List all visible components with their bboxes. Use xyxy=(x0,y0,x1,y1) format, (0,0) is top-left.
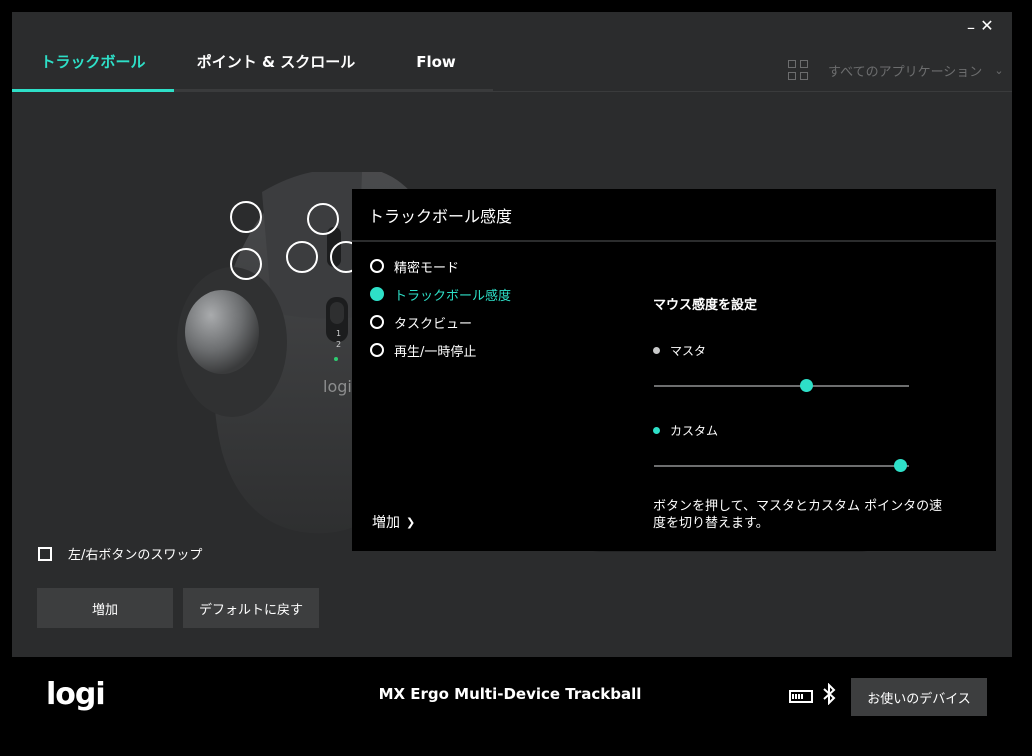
radio-selected-icon xyxy=(370,287,384,301)
option-trackball-sensitivity[interactable]: トラックボール感度 xyxy=(370,284,511,304)
tab-flow[interactable]: Flow xyxy=(392,48,480,92)
radio-icon xyxy=(370,259,384,273)
slider-thumb[interactable] xyxy=(800,379,813,392)
custom-label: カスタム xyxy=(670,424,719,438)
option-label: 精密モード xyxy=(394,260,460,276)
swap-buttons-checkbox[interactable]: 左/右ボタンのスワップ xyxy=(38,544,202,563)
add-button[interactable]: 増加 xyxy=(37,588,173,628)
option-label: タスクビュー xyxy=(394,316,473,332)
slider-track xyxy=(654,385,909,387)
hotspot-left-click[interactable] xyxy=(286,241,318,273)
battery-icon xyxy=(789,690,813,703)
custom-speed-option[interactable]: カスタム xyxy=(653,422,718,439)
more-label: 増加 xyxy=(372,515,400,531)
option-task-view[interactable]: タスクビュー xyxy=(370,312,472,332)
tab-point-scroll[interactable]: ポイント & スクロール xyxy=(192,48,360,92)
option-label: トラックボール感度 xyxy=(394,288,512,304)
application-selector[interactable]: すべてのアプリケーション ⌄ xyxy=(788,58,1004,82)
settings-panel: トラックボール感度 精密モード トラックボール感度 タスクビュー 再生/一時停止… xyxy=(352,189,996,551)
device-stage: 1 2 logi トラックボール感度 精密モード トラックボール感度 タスクビュ… xyxy=(12,92,1012,657)
master-speed-slider[interactable] xyxy=(654,379,909,393)
chevron-down-icon: ❯ xyxy=(406,515,416,529)
my-devices-button[interactable]: お使いのデバイス xyxy=(851,678,987,716)
application-selector-label: すべてのアプリケーション xyxy=(828,64,983,80)
panel-divider xyxy=(352,240,996,242)
restore-defaults-button[interactable]: デフォルトに戻す xyxy=(183,588,319,628)
sensitivity-heading: マウス感度を設定 xyxy=(653,298,758,313)
speed-toggle-hint: ボタンを押して、マスタとカスタム ポインタの速度を切り替えます。 xyxy=(653,499,943,531)
option-play-pause[interactable]: 再生/一時停止 xyxy=(370,340,476,360)
close-button[interactable]: ✕ xyxy=(976,15,998,37)
battery-tip xyxy=(811,694,813,699)
panel-title: トラックボール感度 xyxy=(368,207,513,226)
tab-trackball[interactable]: トラックボール xyxy=(12,48,174,92)
slider-track xyxy=(654,465,909,467)
option-label: 再生/一時停止 xyxy=(394,344,477,360)
custom-speed-slider[interactable] xyxy=(654,459,909,473)
button-label-2: 2 xyxy=(336,340,341,349)
app-window: – ✕ トラックボール ポイント & スクロール Flow すべてのアプリケーシ… xyxy=(12,12,1012,657)
option-precision-mode[interactable]: 精密モード xyxy=(370,256,459,276)
grid-icon xyxy=(788,60,808,80)
swap-label: 左/右ボタンのスワップ xyxy=(68,548,203,563)
hotspot-forward-button[interactable] xyxy=(230,248,262,280)
bluetooth-icon xyxy=(823,683,836,705)
master-speed-option[interactable]: マスタ xyxy=(653,342,706,359)
radio-icon xyxy=(370,343,384,357)
more-options-toggle[interactable]: 増加 ❯ xyxy=(372,512,415,532)
slider-thumb[interactable] xyxy=(894,459,908,472)
checkbox-icon xyxy=(38,546,52,561)
hotspot-back-button[interactable] xyxy=(230,201,262,233)
radio-icon xyxy=(370,315,384,329)
chevron-down-icon: ⌄ xyxy=(994,63,1004,77)
custom-indicator-icon xyxy=(653,427,660,434)
master-indicator-icon xyxy=(653,347,660,354)
hotspot-scroll-wheel[interactable] xyxy=(307,203,339,235)
device-logo-text: logi xyxy=(323,377,352,396)
master-label: マスタ xyxy=(670,344,707,358)
footer: logi MX Ergo Multi-Device Trackball お使いの… xyxy=(0,657,1032,756)
button-label-1: 1 xyxy=(336,329,341,338)
